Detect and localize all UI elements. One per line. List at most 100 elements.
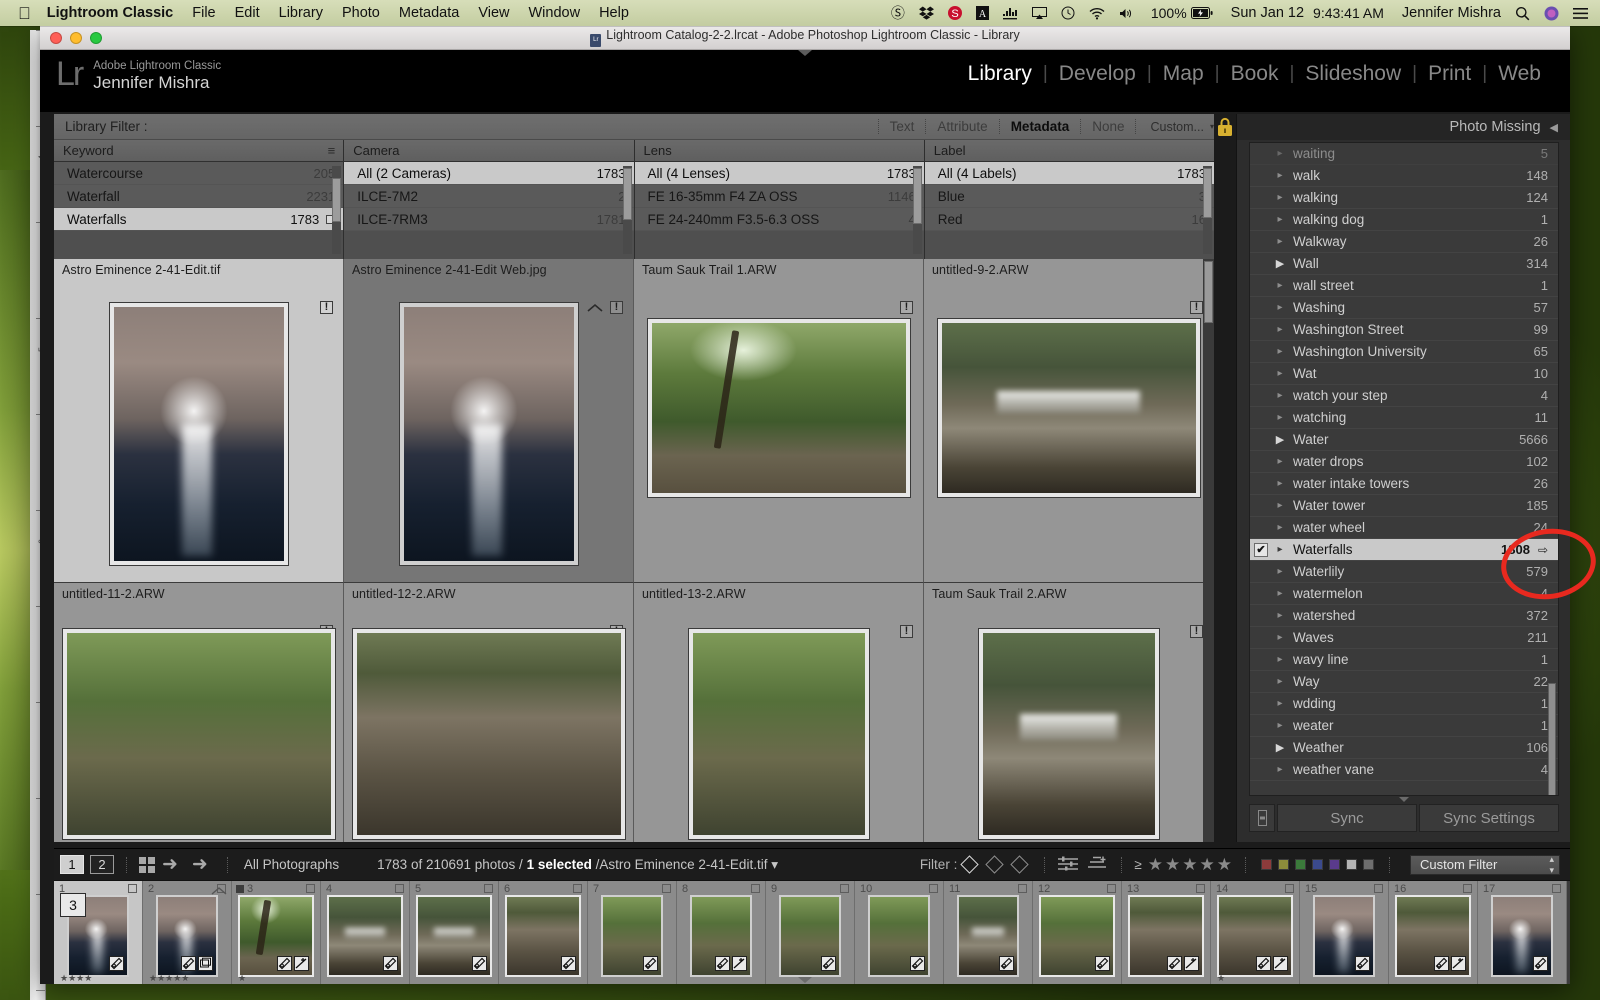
filter-preset-label[interactable]: Custom... — [1136, 120, 1210, 134]
filter-row-selected[interactable]: Waterfalls 1783 — [54, 208, 344, 231]
keyword-count[interactable]: 1 — [1541, 652, 1548, 667]
sync-toggle-icon[interactable] — [1249, 804, 1275, 832]
filter-row[interactable]: ILCE-7M2 2 — [344, 185, 634, 208]
disclosure-triangle-icon[interactable]: ▸ — [1270, 676, 1290, 687]
photo-missing-badge[interactable]: ! — [900, 625, 913, 638]
keyword-count[interactable]: 4 — [1541, 388, 1548, 403]
filmstrip[interactable]: 1 3 ★★★★ 2 ★★★★★ 3 ★ 4 5 6 7 8 9 10 11 12 13 14 ★ 15 16 17 — [54, 880, 1570, 984]
filmstrip-stack-count[interactable]: 3 — [60, 893, 86, 917]
grid-cell[interactable]: untitled-13-2.ARW ! — [634, 583, 924, 842]
filmstrip-thumbnail[interactable] — [505, 895, 581, 977]
disclosure-triangle-icon[interactable]: ▸ — [1270, 588, 1290, 599]
rating-star[interactable]: ★ — [1217, 855, 1232, 875]
disclosure-triangle-icon[interactable]: ▸ — [1270, 654, 1290, 665]
keyword-count[interactable]: 1 — [1541, 718, 1548, 733]
photo-missing-badge[interactable]: ! — [1190, 625, 1203, 638]
keyword-count[interactable]: 26 — [1534, 234, 1548, 249]
filter-row-selected[interactable]: All (2 Cameras) 1783 — [344, 162, 634, 185]
thumbnail[interactable] — [978, 629, 1159, 839]
siri-icon[interactable] — [1544, 6, 1559, 21]
sort-direction-icon[interactable] — [1087, 855, 1109, 874]
filmstrip-thumbnail[interactable] — [957, 895, 1019, 977]
filter-row[interactable]: Waterfall 2231 — [54, 185, 344, 208]
disclosure-triangle-icon[interactable]: ▸ — [1270, 632, 1290, 643]
keyword-row[interactable]: ▸ weather vane 4 — [1250, 759, 1558, 781]
develop-icon[interactable] — [561, 956, 576, 971]
photo-missing-badge[interactable] — [306, 884, 315, 893]
grid-cell[interactable]: untitled-12-2.ARW ! — [344, 583, 634, 842]
chevron-down-icon[interactable]: ▾ — [1210, 122, 1214, 131]
disclosure-triangle-icon[interactable]: ▶ — [1270, 433, 1290, 446]
develop-icon[interactable] — [999, 956, 1014, 971]
keyword-row[interactable]: ▸ Water tower 185 — [1250, 495, 1558, 517]
disclosure-triangle-icon[interactable]: ▸ — [1270, 764, 1290, 775]
battery-charging-icon[interactable] — [1190, 7, 1213, 19]
color-label-blue[interactable] — [1312, 859, 1323, 870]
disclosure-triangle-icon[interactable]: ▸ — [1270, 192, 1290, 203]
disclosure-triangle-icon[interactable]: ▸ — [1270, 610, 1290, 621]
shortcuts-icon[interactable]: S — [947, 6, 962, 20]
filter-row[interactable]: FE 24-240mm F3.5-6.3 OSS 4 — [634, 208, 924, 231]
filmstrip-cell[interactable]: 2 ★★★★★ — [143, 881, 232, 984]
develop-icon[interactable] — [821, 956, 836, 971]
filmstrip-cell[interactable]: 17 — [1478, 881, 1567, 984]
collapse-right-panel-arrow[interactable] — [1398, 797, 1409, 802]
column-scrollbar[interactable] — [1203, 166, 1212, 254]
disclosure-triangle-icon[interactable]: ▸ — [1270, 280, 1290, 291]
filmstrip-cell[interactable]: 10 — [855, 881, 944, 984]
photo-missing-badge[interactable] — [128, 884, 137, 893]
photo-missing-badge[interactable] — [1196, 884, 1205, 893]
grid-view[interactable]: Astro Eminence 2-41-Edit.tif ! Astro Emi… — [54, 259, 1214, 842]
disclosure-triangle-icon[interactable]: ▸ — [1270, 170, 1290, 181]
filmstrip-thumbnail[interactable] — [1395, 895, 1471, 977]
keyword-row[interactable]: ▸ water drops 102 — [1250, 451, 1558, 473]
keyword-row[interactable]: ▸ Washington Street 99 — [1250, 319, 1558, 341]
keyword-count[interactable]: 11 — [1535, 410, 1549, 425]
keyword-row[interactable]: ▸ wall street 1 — [1250, 275, 1558, 297]
filmstrip-cell[interactable]: 11 — [944, 881, 1033, 984]
keyword-list[interactable]: ▸ waiting 5 ▸ walk 148 ▸ walking 124 ▸ walking dog… — [1249, 142, 1559, 796]
keyword-row[interactable]: ▸ Way 22 — [1250, 671, 1558, 693]
chevron-down-icon[interactable]: ▾ — [771, 857, 778, 872]
disclosure-triangle-icon[interactable]: ▸ — [1270, 566, 1290, 577]
filmstrip-rating[interactable]: ★★★★★ — [149, 973, 189, 984]
keyword-count[interactable]: 65 — [1534, 344, 1548, 359]
keyword-count[interactable]: 22 — [1534, 674, 1548, 689]
identity-plate[interactable]: Lr Adobe Lightroom Classic Jennifer Mish… — [56, 57, 221, 92]
photo-missing-badge[interactable] — [929, 884, 938, 893]
column-scrollbar[interactable] — [912, 166, 922, 254]
keyword-row[interactable]: ▸ walk 148 — [1250, 165, 1558, 187]
filmstrip-thumbnail[interactable] — [1039, 895, 1115, 977]
filmstrip-rating[interactable]: ★ — [1217, 973, 1225, 984]
menu-item-library[interactable]: Library — [279, 5, 323, 21]
triangle-left-icon[interactable]: ◀ — [1550, 121, 1558, 134]
grid-cell[interactable]: Taum Sauk Trail 2.ARW ! — [924, 583, 1214, 842]
menubar-user[interactable]: Jennifer Mishra — [1402, 5, 1501, 21]
flag-unflagged-icon[interactable] — [985, 855, 1005, 874]
copy-icon[interactable] — [198, 956, 213, 971]
grid-scrollbar[interactable] — [1203, 259, 1214, 842]
keyword-row[interactable]: ▸ weater 1 — [1250, 715, 1558, 737]
column-scrollbar[interactable] — [332, 166, 342, 254]
photo-missing-badge[interactable] — [1552, 884, 1561, 893]
disclosure-triangle-icon[interactable]: ▸ — [1270, 236, 1290, 247]
disclosure-triangle-icon[interactable]: ▸ — [1270, 456, 1290, 467]
rating-star[interactable]: ★ — [1182, 855, 1197, 875]
arrow-right-icon[interactable]: ➜ — [192, 855, 208, 874]
keyword-row[interactable]: ▸ Walkway 26 — [1250, 231, 1558, 253]
photo-missing-badge[interactable]: ! — [1190, 301, 1203, 314]
keyword-row[interactable]: ▸ walking dog 1 — [1250, 209, 1558, 231]
color-label-none[interactable] — [1363, 859, 1374, 870]
disclosure-triangle-icon[interactable]: ▸ — [1270, 214, 1290, 225]
color-label-yellow[interactable] — [1278, 859, 1289, 870]
filter-tab-text[interactable]: Text — [877, 119, 926, 134]
keyword-count[interactable]: 148 — [1526, 168, 1548, 183]
photo-missing-badge[interactable] — [1018, 884, 1027, 893]
keyword-row[interactable]: ▸ Waves 211 — [1250, 627, 1558, 649]
filmstrip-thumbnail[interactable] — [238, 895, 314, 977]
crop-icon[interactable] — [1273, 956, 1288, 971]
thumbnail[interactable] — [937, 319, 1200, 497]
filter-row[interactable]: Red 16 — [924, 208, 1214, 231]
filmstrip-rating[interactable]: ★★★★ — [60, 973, 92, 984]
disclosure-triangle-icon[interactable]: ▸ — [1270, 368, 1290, 379]
